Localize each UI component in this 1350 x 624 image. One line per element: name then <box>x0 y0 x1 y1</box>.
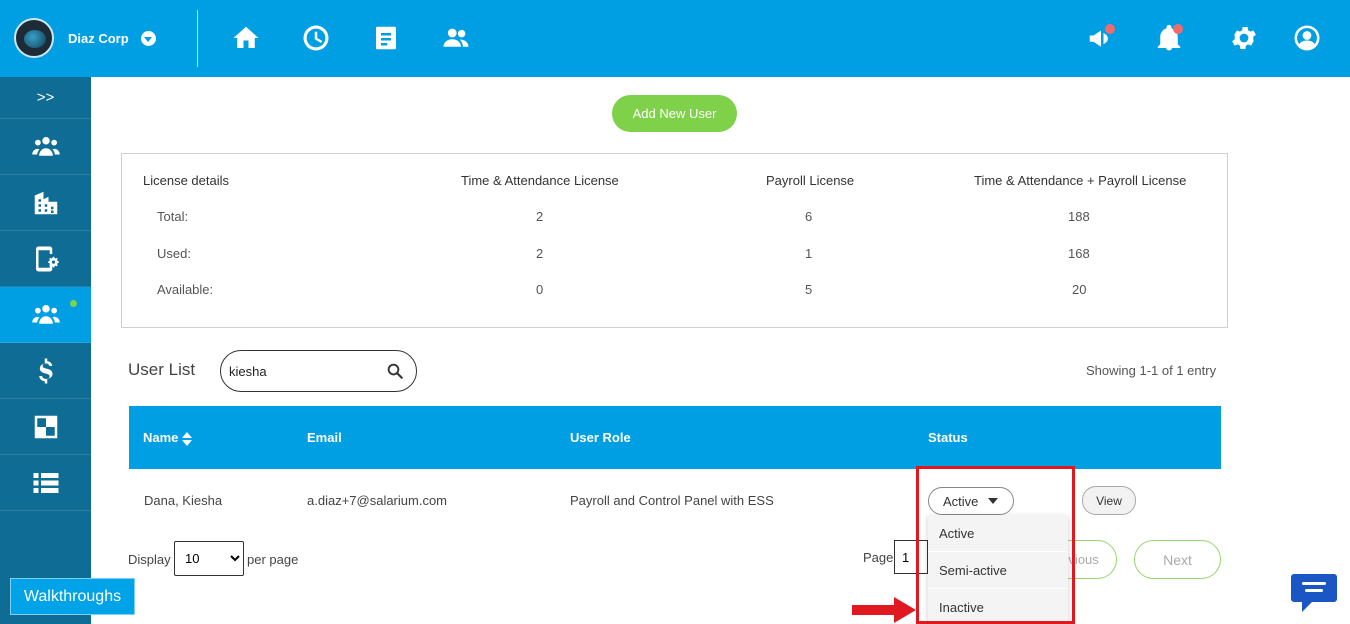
license-value: 20 <box>1072 282 1087 297</box>
license-value: 1 <box>805 246 813 261</box>
license-row-label: Available: <box>157 282 214 297</box>
user-table-header: Name Email User Role Status <box>129 406 1221 469</box>
license-header-ta: Time & Attendance License <box>461 173 619 188</box>
sidebar-item-reports[interactable] <box>0 455 91 511</box>
license-value: 5 <box>805 282 813 297</box>
license-value: 168 <box>1068 246 1090 261</box>
license-details-panel: License details Time & Attendance Licens… <box>121 153 1228 328</box>
chat-icon[interactable] <box>1290 570 1338 614</box>
sidebar-item-payroll[interactable] <box>0 343 91 399</box>
home-icon[interactable] <box>230 22 262 54</box>
column-header-name[interactable]: Name <box>143 430 193 446</box>
device-settings-icon <box>35 246 59 271</box>
per-page-label: per page <box>247 552 299 567</box>
company-switcher[interactable]: Diaz Corp <box>14 18 156 58</box>
notification-dot <box>1105 24 1115 34</box>
cell-name: Dana, Kiesha <box>144 493 223 508</box>
license-header-payroll: Payroll License <box>766 173 855 188</box>
building-icon <box>34 191 57 214</box>
divider <box>197 10 198 67</box>
user-list-title: User List <box>128 360 196 379</box>
view-user-button[interactable]: View <box>1082 486 1136 515</box>
company-name: Diaz Corp <box>68 30 129 46</box>
sidebar-expand-button[interactable]: >> <box>0 77 91 119</box>
chevron-down-icon[interactable] <box>140 30 156 46</box>
cell-email: a.diaz+7@salarium.com <box>307 493 448 508</box>
license-header-details: License details <box>143 173 229 188</box>
document-icon[interactable] <box>370 22 402 54</box>
license-value: 2 <box>536 246 544 261</box>
sidebar-item-control-panel[interactable] <box>0 399 91 455</box>
page-label: Page <box>863 550 894 565</box>
sidebar: >> <box>0 77 91 624</box>
company-logo <box>14 18 54 58</box>
license-row-label: Used: <box>157 246 191 261</box>
license-row-label: Total: <box>157 209 189 224</box>
active-indicator-dot <box>70 300 77 307</box>
bell-icon[interactable] <box>1153 22 1185 54</box>
license-value: 0 <box>536 282 544 297</box>
next-button[interactable]: Next <box>1134 540 1221 579</box>
license-value: 188 <box>1068 209 1090 224</box>
add-new-user-button[interactable]: Add New User <box>612 95 737 132</box>
walkthroughs-button[interactable]: Walkthroughs <box>10 578 135 615</box>
control-panel-icon <box>34 415 57 438</box>
display-label: Display <box>128 552 171 567</box>
users-icon <box>31 304 60 324</box>
notification-dot <box>1173 24 1183 34</box>
license-value: 2 <box>536 209 544 224</box>
megaphone-icon[interactable] <box>1085 22 1117 54</box>
search-input[interactable] <box>229 361 379 381</box>
license-header-ta-payroll: Time & Attendance + Payroll License <box>974 173 1187 188</box>
column-label: Name <box>143 430 179 445</box>
entries-count: Showing 1-1 of 1 entry <box>1086 363 1217 378</box>
clock-icon[interactable] <box>300 22 332 54</box>
sidebar-item-users[interactable] <box>0 287 91 343</box>
user-profile-icon[interactable] <box>1291 22 1323 54</box>
sidebar-item-company[interactable] <box>0 175 91 231</box>
per-page-select[interactable]: 10 <box>174 541 244 576</box>
cell-user-role: Payroll and Control Panel with ESS <box>570 493 774 508</box>
column-header-email: Email <box>307 430 342 445</box>
arrow-right-icon <box>852 597 916 623</box>
gear-icon[interactable] <box>1228 22 1260 54</box>
list-icon <box>33 472 58 493</box>
sidebar-item-users-group[interactable] <box>0 119 91 175</box>
column-header-user-role: User Role <box>570 430 631 445</box>
sidebar-item-devices[interactable] <box>0 231 91 287</box>
highlight-annotation-box <box>916 466 1075 624</box>
column-header-status: Status <box>928 430 968 445</box>
people-icon[interactable] <box>440 22 472 54</box>
users-group-icon <box>31 136 60 156</box>
user-search-box <box>220 350 417 392</box>
top-bar: Diaz Corp <box>0 0 1350 77</box>
search-icon[interactable] <box>386 362 404 380</box>
license-value: 6 <box>805 209 813 224</box>
dollar-icon <box>38 358 52 383</box>
sort-icon[interactable] <box>182 431 193 446</box>
